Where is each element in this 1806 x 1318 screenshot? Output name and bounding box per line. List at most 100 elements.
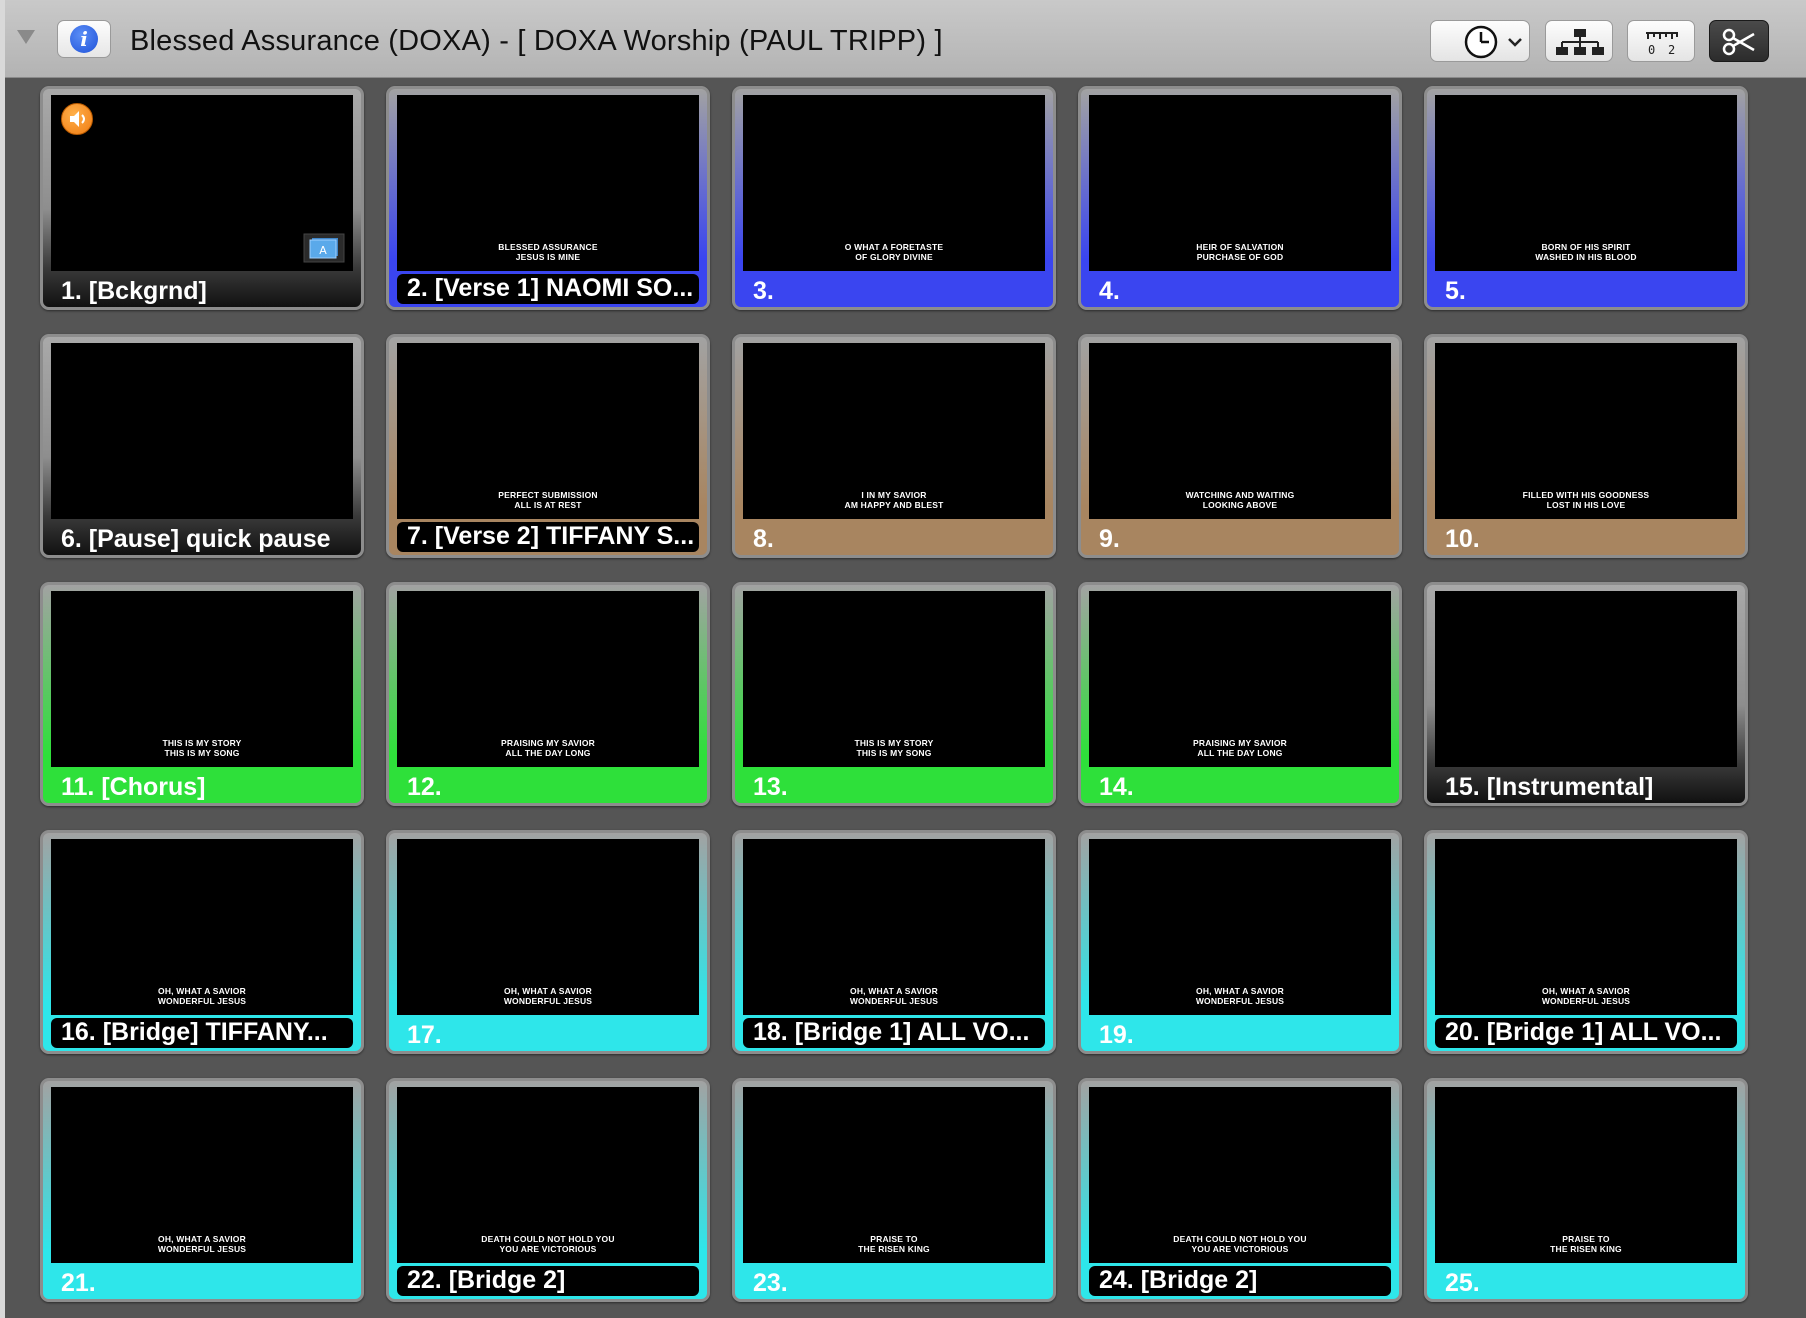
slide-thumbnail[interactable]: OH, WHAT A SAVIOR WONDERFUL JESUS 18. [Br… [732,830,1056,1054]
slide-preview: OH, WHAT A SAVIOR WONDERFUL JESUS [397,839,699,1015]
slide-thumbnail[interactable]: BLESSED ASSURANCE JESUS IS MINE 2. [Verse… [386,86,710,310]
slide-lyric-text: OH, WHAT A SAVIOR WONDERFUL JESUS [1541,986,1631,1006]
slide-lyric-text: HEIR OF SALVATION PURCHASE OF GOD [1196,242,1284,262]
slide-preview: THIS IS MY STORY THIS IS MY SONG [743,591,1045,767]
slide-label: 18. [Bridge 1] ALL VO... [743,1018,1045,1048]
slide-lyric-text: PRAISE TO THE RISEN KING [858,1234,930,1254]
svg-text:2: 2 [1668,43,1675,57]
slide-label: 9. [1099,525,1120,553]
slide-lyric-text: OH, WHAT A SAVIOR WONDERFUL JESUS [157,1234,247,1254]
slide-lyric-text: THIS IS MY STORY THIS IS MY SONG [854,738,934,758]
slide-preview: DEATH COULD NOT HOLD YOU YOU ARE VICTORI… [1089,1087,1391,1263]
slide-preview: OH, WHAT A SAVIOR WONDERFUL JESUS [1435,839,1737,1015]
presentation-header: i Blessed Assurance (DOXA) - [ DOXA Wors… [5,0,1806,78]
slide-thumbnail[interactable]: A 1. [Bckgrnd] [40,86,364,310]
disclosure-triangle-icon[interactable] [17,30,35,44]
timer-button[interactable] [1430,20,1530,62]
slide-thumbnail[interactable]: THIS IS MY STORY THIS IS MY SONG 11. [Cho… [40,582,364,806]
slide-label: 4. [1099,277,1120,305]
slide-thumbnail[interactable]: THIS IS MY STORY THIS IS MY SONG 13. [732,582,1056,806]
slide-label: 22. [Bridge 2] [397,1266,699,1296]
slide-label: 5. [1445,277,1466,305]
ruler-counter-icon: 0 2 [1646,32,1678,57]
scissors-button[interactable] [1709,20,1769,62]
slide-thumbnail[interactable]: OH, WHAT A SAVIOR WONDERFUL JESUS 17. [386,830,710,1054]
slide-label: 16. [Bridge] TIFFANY... [51,1018,353,1048]
slide-thumbnail[interactable]: WATCHING AND WAITING LOOKING ABOVE 9. [1078,334,1402,558]
slide-preview: WATCHING AND WAITING LOOKING ABOVE [1089,343,1391,519]
slide-label: 1. [Bckgrnd] [61,277,207,305]
slide-thumbnail[interactable]: FILLED WITH HIS GOODNESS LOST IN HIS LOV… [1424,334,1748,558]
speaker-icon [61,103,93,135]
slide-lyric-text: OH, WHAT A SAVIOR WONDERFUL JESUS [1195,986,1285,1006]
slide-preview: BORN OF HIS SPIRIT WASHED IN HIS BLOOD [1435,95,1737,271]
slide-label: 17. [407,1021,442,1049]
slide-preview: OH, WHAT A SAVIOR WONDERFUL JESUS [51,839,353,1015]
slide-lyric-text: BORN OF HIS SPIRIT WASHED IN HIS BLOOD [1535,242,1637,262]
slide-thumbnail[interactable]: 6. [Pause] quick pause [40,334,364,558]
slide-preview: OH, WHAT A SAVIOR WONDERFUL JESUS [743,839,1045,1015]
hierarchy-icon [1556,29,1604,55]
svg-text:0: 0 [1648,43,1655,57]
slide-lyric-text: DEATH COULD NOT HOLD YOU YOU ARE VICTORI… [1173,1234,1307,1254]
window-edge [0,0,5,1318]
slide-thumbnail[interactable]: PRAISING MY SAVIOR ALL THE DAY LONG 14. [1078,582,1402,806]
slide-thumbnail[interactable]: I IN MY SAVIOR AM HAPPY AND BLEST 8. [732,334,1056,558]
info-icon: i [70,25,98,53]
layer-a-icon: A [303,233,345,263]
slide-label: 11. [Chorus] [61,773,206,801]
clock-icon [1464,25,1522,59]
slide-preview: DEATH COULD NOT HOLD YOU YOU ARE VICTORI… [397,1087,699,1263]
slide-label: 14. [1099,773,1134,801]
slide-thumbnail[interactable]: DEATH COULD NOT HOLD YOU YOU ARE VICTORI… [386,1078,710,1302]
slide-preview [51,343,353,519]
slide-label: 19. [1099,1021,1134,1049]
slide-preview: O WHAT A FORETASTE OF GLORY DIVINE [743,95,1045,271]
slide-thumbnail[interactable]: PERFECT SUBMISSION ALL IS AT REST 7. [Ver… [386,334,710,558]
scissors-icon [1722,28,1755,56]
slide-preview: OH, WHAT A SAVIOR WONDERFUL JESUS [1089,839,1391,1015]
slide-preview: I IN MY SAVIOR AM HAPPY AND BLEST [743,343,1045,519]
slide-lyric-text: OH, WHAT A SAVIOR WONDERFUL JESUS [849,986,939,1006]
slide-label: 7. [Verse 2] TIFFANY S... [397,522,699,552]
slide-label: 24. [Bridge 2] [1089,1266,1391,1296]
info-button[interactable]: i [57,20,111,58]
slide-label: 3. [753,277,774,305]
slide-thumbnail[interactable]: HEIR OF SALVATION PURCHASE OF GOD 4. [1078,86,1402,310]
slide-preview: HEIR OF SALVATION PURCHASE OF GOD [1089,95,1391,271]
slide-thumbnail[interactable]: O WHAT A FORETASTE OF GLORY DIVINE 3. [732,86,1056,310]
slide-lyric-text: PRAISING MY SAVIOR ALL THE DAY LONG [1193,738,1287,758]
slide-preview: PRAISING MY SAVIOR ALL THE DAY LONG [1089,591,1391,767]
slide-thumbnail[interactable]: 15. [Instrumental] [1424,582,1748,806]
slide-preview: PERFECT SUBMISSION ALL IS AT REST [397,343,699,519]
slide-label: 15. [Instrumental] [1445,773,1654,801]
slide-label: 13. [753,773,788,801]
slide-preview: A [51,95,353,271]
counter-button[interactable]: 0 2 [1627,20,1695,62]
slide-thumbnail[interactable]: PRAISE TO THE RISEN KING 23. [732,1078,1056,1302]
slide-label: 23. [753,1269,788,1297]
slide-lyric-text: PRAISING MY SAVIOR ALL THE DAY LONG [501,738,595,758]
slide-preview: FILLED WITH HIS GOODNESS LOST IN HIS LOV… [1435,343,1737,519]
slide-preview: THIS IS MY STORY THIS IS MY SONG [51,591,353,767]
slide-thumbnail[interactable]: OH, WHAT A SAVIOR WONDERFUL JESUS 19. [1078,830,1402,1054]
slide-thumbnail[interactable]: DEATH COULD NOT HOLD YOU YOU ARE VICTORI… [1078,1078,1402,1302]
slide-lyric-text: DEATH COULD NOT HOLD YOU YOU ARE VICTORI… [481,1234,615,1254]
slide-label: 12. [407,773,442,801]
slide-thumbnail[interactable]: PRAISING MY SAVIOR ALL THE DAY LONG 12. [386,582,710,806]
slide-thumbnail[interactable]: OH, WHAT A SAVIOR WONDERFUL JESUS 20. [Br… [1424,830,1748,1054]
slide-thumbnail[interactable]: OH, WHAT A SAVIOR WONDERFUL JESUS 21. [40,1078,364,1302]
arrangement-button[interactable] [1545,20,1613,62]
slide-label: 10. [1445,525,1480,553]
presentation-title: Blessed Assurance (DOXA) - [ DOXA Worshi… [130,25,943,57]
slide-label: 2. [Verse 1] NAOMI SO... [397,274,699,304]
slide-lyric-text: OH, WHAT A SAVIOR WONDERFUL JESUS [157,986,247,1006]
slide-lyric-text: PRAISE TO THE RISEN KING [1550,1234,1622,1254]
slide-thumbnail[interactable]: PRAISE TO THE RISEN KING 25. [1424,1078,1748,1302]
slide-lyric-text: BLESSED ASSURANCE JESUS IS MINE [498,242,598,262]
slide-thumbnail[interactable]: BORN OF HIS SPIRIT WASHED IN HIS BLOOD 5. [1424,86,1748,310]
slide-preview: BLESSED ASSURANCE JESUS IS MINE [397,95,699,271]
slide-thumbnail[interactable]: OH, WHAT A SAVIOR WONDERFUL JESUS 16. [Br… [40,830,364,1054]
slide-label: 20. [Bridge 1] ALL VO... [1435,1018,1737,1048]
slide-label: 8. [753,525,774,553]
